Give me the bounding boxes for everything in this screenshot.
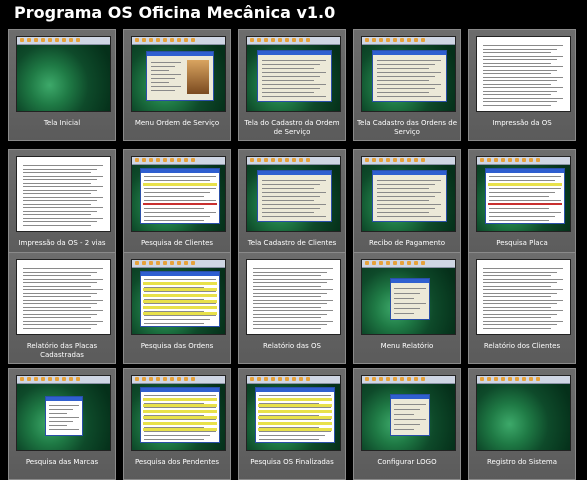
screenshot-thumbnail[interactable] xyxy=(16,375,111,451)
card-pesquisa-placa[interactable]: Pesquisa Placa xyxy=(468,149,576,261)
screenshot-thumbnail[interactable] xyxy=(476,156,571,232)
card-relatorio-placas[interactable]: Relatório das Placas Cadastradas xyxy=(8,252,116,364)
screenshot-thumbnail[interactable] xyxy=(246,36,341,112)
card-tela-cadastro-ordens[interactable]: Tela Cadastro das Ordens de Serviço xyxy=(353,29,461,141)
card-caption: Relatório dos Clientes xyxy=(483,342,561,350)
card-pesquisa-ordens[interactable]: Pesquisa das Ordens xyxy=(123,252,231,364)
screenshot-thumbnail[interactable] xyxy=(361,375,456,451)
card-relatorio-clientes[interactable]: Relatório dos Clientes xyxy=(468,252,576,364)
card-caption: Pesquisa Placa xyxy=(496,239,548,247)
screenshot-thumbnail[interactable] xyxy=(16,259,111,335)
card-pesquisa-marcas[interactable]: Pesquisa das Marcas xyxy=(8,368,116,480)
card-caption: Pesquisa das Ordens xyxy=(140,342,214,350)
card-caption: Recibo de Pagamento xyxy=(368,239,446,247)
card-caption: Relatório das OS xyxy=(262,342,321,350)
card-tela-inicial[interactable]: Tela Inicial xyxy=(8,29,116,141)
card-registro-sistema[interactable]: Registro do Sistema xyxy=(468,368,576,480)
card-caption: Tela Inicial xyxy=(43,119,81,127)
screenshot-thumbnail[interactable] xyxy=(131,156,226,232)
card-menu-ordem-servico[interactable]: Menu Ordem de Serviço xyxy=(123,29,231,141)
card-caption: Pesquisa de Clientes xyxy=(140,239,214,247)
card-caption: Menu Relatório xyxy=(380,342,434,350)
card-pesquisa-clientes[interactable]: Pesquisa de Clientes xyxy=(123,149,231,261)
card-caption: Menu Ordem de Serviço xyxy=(134,119,220,127)
card-menu-relatorio[interactable]: Menu Relatório xyxy=(353,252,461,364)
card-recibo-pagamento[interactable]: Recibo de Pagamento xyxy=(353,149,461,261)
screenshot-thumbnail[interactable] xyxy=(476,375,571,451)
card-caption: Relatório das Placas Cadastradas xyxy=(26,342,98,359)
screenshot-thumbnail[interactable] xyxy=(131,375,226,451)
card-caption: Impressão da OS xyxy=(492,119,552,127)
screenshot-thumbnail[interactable] xyxy=(476,36,571,112)
screenshot-thumbnail[interactable] xyxy=(131,36,226,112)
card-impressao-os[interactable]: Impressão da OS xyxy=(468,29,576,141)
card-relatorio-os[interactable]: Relatório das OS xyxy=(238,252,346,364)
card-caption: Tela do Cadastro da Ordem de Serviço xyxy=(244,119,340,136)
card-caption: Tela Cadastro das Ordens de Serviço xyxy=(356,119,458,136)
screenshot-thumbnail[interactable] xyxy=(246,375,341,451)
card-caption: Pesquisa das Marcas xyxy=(25,458,99,466)
card-caption: Registro do Sistema xyxy=(486,458,557,466)
card-impressao-os-2-vias[interactable]: Impressão da OS - 2 vias xyxy=(8,149,116,261)
screenshot-thumbnail[interactable] xyxy=(361,156,456,232)
screenshot-thumbnail[interactable] xyxy=(361,36,456,112)
screenshot-thumbnail[interactable] xyxy=(246,259,341,335)
screenshot-thumbnail[interactable] xyxy=(246,156,341,232)
card-caption: Pesquisa dos Pendentes xyxy=(134,458,220,466)
screenshot-thumbnail[interactable] xyxy=(131,259,226,335)
card-pesquisa-pendentes[interactable]: Pesquisa dos Pendentes xyxy=(123,368,231,480)
screenshot-thumbnail[interactable] xyxy=(476,259,571,335)
card-caption: Configurar LOGO xyxy=(377,458,437,466)
card-caption: Pesquisa OS Finalizadas xyxy=(250,458,334,466)
card-tela-cadastro-ordem[interactable]: Tela do Cadastro da Ordem de Serviço xyxy=(238,29,346,141)
card-tela-cadastro-clientes[interactable]: Tela Cadastro de Clientes xyxy=(238,149,346,261)
card-caption: Impressão da OS - 2 vias xyxy=(18,239,106,247)
card-caption: Tela Cadastro de Clientes xyxy=(247,239,337,247)
screenshot-gallery: Tela Inicial Menu Ordem de Serviço Tela do… xyxy=(8,29,587,480)
card-pesquisa-os-finalizadas[interactable]: Pesquisa OS Finalizadas xyxy=(238,368,346,480)
card-configurar-logo[interactable]: Configurar LOGO xyxy=(353,368,461,480)
screenshot-thumbnail[interactable] xyxy=(16,156,111,232)
page-title: Programa OS Oficina Mecânica v1.0 xyxy=(14,3,336,22)
screenshot-thumbnail[interactable] xyxy=(361,259,456,335)
screenshot-thumbnail[interactable] xyxy=(16,36,111,112)
